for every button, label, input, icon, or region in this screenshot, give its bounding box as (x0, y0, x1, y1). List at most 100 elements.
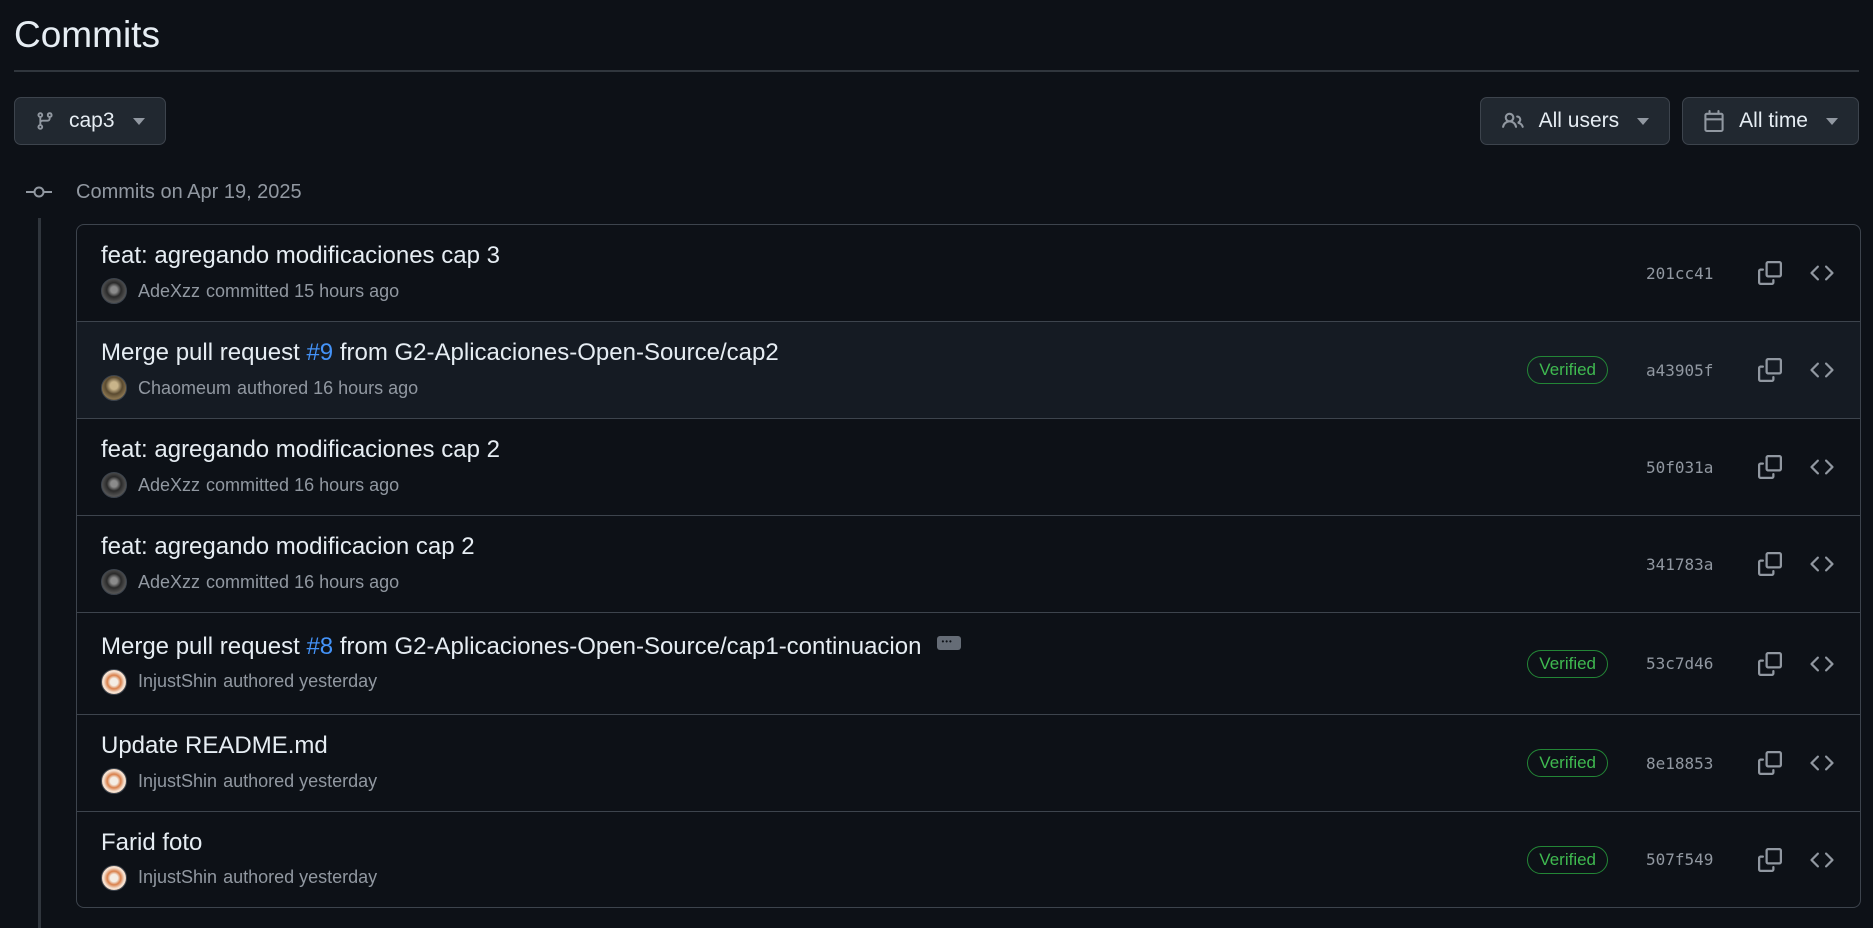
pull-request-link[interactable]: #8 (306, 633, 333, 661)
commit-title-text[interactable]: feat: agregando modificacion cap 2 (101, 533, 475, 561)
commit-author[interactable]: AdeXzz (138, 475, 200, 496)
commit-title[interactable]: Update README.md (101, 732, 1527, 760)
code-icon (1810, 459, 1834, 475)
commit-sha-link[interactable]: a43905f (1646, 361, 1718, 380)
commit-row[interactable]: Farid foto InjustShin authored yesterday Ve… (77, 811, 1860, 907)
commit-sha-link[interactable]: 50f031a (1646, 458, 1718, 477)
code-icon (1810, 265, 1834, 281)
commit-title-text[interactable]: Merge pull request (101, 339, 306, 367)
copy-icon (1758, 751, 1782, 775)
copy-sha-button[interactable] (1752, 352, 1788, 388)
commit-sha-link[interactable]: 507f549 (1646, 850, 1718, 869)
browse-files-button[interactable] (1804, 745, 1840, 781)
users-filter-button[interactable]: All users (1479, 97, 1671, 145)
commit-title-text[interactable]: Update README.md (101, 732, 328, 760)
commit-sha-link[interactable]: 53c7d46 (1646, 654, 1718, 673)
commit-title[interactable]: Merge pull request #9 from G2-Aplicacion… (101, 339, 1527, 367)
people-icon (1501, 112, 1524, 128)
commit-title[interactable]: Merge pull request #8 from G2-Aplicacion… (101, 633, 1527, 661)
commit-actions: 201cc41 (1646, 255, 1840, 291)
commit-title[interactable]: feat: agregando modificaciones cap 3 (101, 242, 1646, 270)
commit-title-text[interactable]: feat: agregando modificaciones cap 2 (101, 436, 500, 464)
avatar[interactable] (101, 768, 127, 794)
commit-row[interactable]: Merge pull request #8 from G2-Aplicacion… (77, 612, 1860, 714)
commit-actions: Verified 53c7d46 (1527, 646, 1840, 682)
verified-badge[interactable]: Verified (1527, 845, 1608, 874)
commit-row[interactable]: Update README.md InjustShin authored yeste… (77, 714, 1860, 811)
copy-sha-button[interactable] (1752, 745, 1788, 781)
commit-list: feat: agregando modificaciones cap 3 AdeX… (76, 224, 1861, 908)
commit-author[interactable]: InjustShin (138, 671, 217, 692)
commit-title-text[interactable]: Farid foto (101, 829, 202, 857)
commit-actions: Verified a43905f (1527, 352, 1840, 388)
avatar[interactable] (101, 472, 127, 498)
browse-files-button[interactable] (1804, 546, 1840, 582)
commit-action: authored yesterday (223, 671, 378, 691)
avatar[interactable] (101, 375, 127, 401)
git-branch-icon (37, 112, 53, 130)
commit-sha-link[interactable]: 201cc41 (1646, 264, 1718, 283)
copy-sha-button[interactable] (1752, 255, 1788, 291)
expand-message-button[interactable] (937, 635, 962, 650)
commit-title-suffix[interactable]: from G2-Aplicaciones-Open-Source/cap2 (333, 339, 779, 367)
pull-request-link[interactable]: #9 (306, 339, 333, 367)
commit-info: Merge pull request #9 from G2-Aplicacion… (101, 339, 1527, 401)
commit-meta: AdeXzz committed 16 hours ago (101, 569, 1646, 595)
commit-author[interactable]: InjustShin (138, 867, 217, 888)
commit-meta: AdeXzz committed 15 hours ago (101, 278, 1646, 304)
copy-sha-button[interactable] (1752, 842, 1788, 878)
git-commit-icon (16, 185, 62, 199)
commit-sha-link[interactable]: 8e18853 (1646, 754, 1718, 773)
copy-sha-button[interactable] (1752, 646, 1788, 682)
avatar[interactable] (101, 668, 127, 695)
page-title: Commits (14, 0, 1859, 72)
commit-actions: Verified 507f549 (1527, 842, 1840, 878)
commit-title-text[interactable]: feat: agregando modificaciones cap 3 (101, 242, 500, 270)
commit-sha-link[interactable]: 341783a (1646, 555, 1718, 574)
browse-files-button[interactable] (1804, 352, 1840, 388)
copy-icon (1758, 847, 1782, 872)
commit-title-text[interactable]: Merge pull request (101, 633, 306, 661)
timeline-date-header: Commits on Apr 19, 2025 (14, 177, 1859, 207)
commit-row[interactable]: feat: agregando modificaciones cap 3 AdeX… (77, 225, 1860, 321)
branch-selector-button[interactable]: cap3 (14, 97, 166, 145)
browse-files-button[interactable] (1804, 255, 1840, 291)
copy-sha-button[interactable] (1752, 546, 1788, 582)
commit-author[interactable]: AdeXzz (138, 572, 200, 593)
code-icon (1810, 851, 1834, 868)
avatar[interactable] (101, 569, 127, 595)
commit-row[interactable]: feat: agregando modificaciones cap 2 AdeX… (77, 418, 1860, 515)
commit-title[interactable]: feat: agregando modificaciones cap 2 (101, 436, 1646, 464)
commit-action: authored yesterday (223, 867, 378, 887)
code-icon (1810, 755, 1834, 771)
verified-badge[interactable]: Verified (1527, 356, 1608, 384)
chevron-down-icon (1826, 117, 1838, 125)
verified-badge[interactable]: Verified (1527, 749, 1608, 777)
commit-info: feat: agregando modificaciones cap 2 AdeX… (101, 436, 1646, 498)
commit-meta: AdeXzz committed 16 hours ago (101, 472, 1646, 498)
commit-meta: InjustShin authored yesterday (101, 668, 1527, 695)
verified-badge[interactable]: Verified (1527, 649, 1608, 678)
avatar[interactable] (101, 278, 127, 304)
copy-sha-button[interactable] (1752, 449, 1788, 485)
time-filter-button[interactable]: All time (1682, 97, 1859, 145)
commit-row[interactable]: Merge pull request #9 from G2-Aplicacion… (77, 321, 1860, 418)
commit-actions: Verified 8e18853 (1527, 745, 1840, 781)
commit-info: Farid foto InjustShin authored yesterday (101, 829, 1527, 891)
commit-author[interactable]: InjustShin (138, 771, 217, 792)
commit-title[interactable]: feat: agregando modificacion cap 2 (101, 533, 1646, 561)
commit-action: committed 16 hours ago (206, 474, 400, 495)
browse-files-button[interactable] (1804, 646, 1840, 682)
commit-actions: 50f031a (1646, 449, 1840, 485)
commit-author[interactable]: AdeXzz (138, 281, 200, 302)
commit-author[interactable]: Chaomeum (138, 378, 231, 399)
commit-title[interactable]: Farid foto (101, 829, 1527, 857)
commit-meta: Chaomeum authored 16 hours ago (101, 375, 1527, 401)
calendar-icon (1704, 110, 1724, 132)
time-filter-label: All time (1739, 109, 1808, 132)
browse-files-button[interactable] (1804, 842, 1840, 878)
commit-title-suffix[interactable]: from G2-Aplicaciones-Open-Source/cap1-co… (333, 633, 922, 661)
avatar[interactable] (101, 864, 127, 891)
commit-row[interactable]: feat: agregando modificacion cap 2 AdeXzz… (77, 515, 1860, 612)
browse-files-button[interactable] (1804, 449, 1840, 485)
